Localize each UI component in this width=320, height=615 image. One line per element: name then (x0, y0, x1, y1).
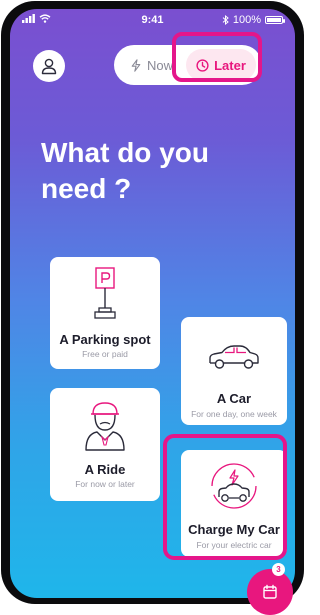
calendar-button[interactable] (247, 569, 293, 615)
card-title: A Parking spot (59, 332, 151, 347)
bluetooth-icon (222, 15, 229, 25)
page-title: What do you need ? (41, 135, 261, 207)
lightning-icon (131, 58, 141, 72)
profile-button[interactable] (33, 50, 65, 82)
notification-badge: 3 (272, 563, 285, 576)
card-title: A Car (216, 391, 252, 406)
battery-level (267, 18, 281, 22)
later-highlight-frame (172, 32, 262, 82)
title-line-1: What do you (41, 137, 209, 168)
car-icon (209, 345, 259, 369)
phone-frame: 9:41 100% Now Later What do you need ? A… (1, 1, 304, 615)
charge-highlight-frame (163, 434, 287, 560)
status-bar: 9:41 100% (10, 9, 295, 31)
now-label: Now (146, 57, 173, 73)
driver-icon (85, 402, 125, 451)
card-subtitle: For one day, one week (191, 409, 277, 419)
parking-sign-icon (94, 267, 116, 319)
title-line-2: need ? (41, 173, 132, 204)
battery-percent: 100% (232, 14, 261, 26)
card-title: A Ride (84, 462, 126, 477)
battery-icon (265, 16, 285, 24)
card-subtitle: For now or later (75, 479, 135, 489)
calendar-icon (263, 584, 277, 599)
status-right: 100% (222, 14, 285, 26)
card-ride[interactable]: A Ride For now or later (50, 388, 160, 501)
card-car[interactable]: A Car For one day, one week (181, 317, 287, 425)
user-icon (41, 58, 57, 75)
card-subtitle: Free or paid (82, 349, 128, 359)
card-parking-spot[interactable]: A Parking spot Free or paid (50, 257, 160, 369)
